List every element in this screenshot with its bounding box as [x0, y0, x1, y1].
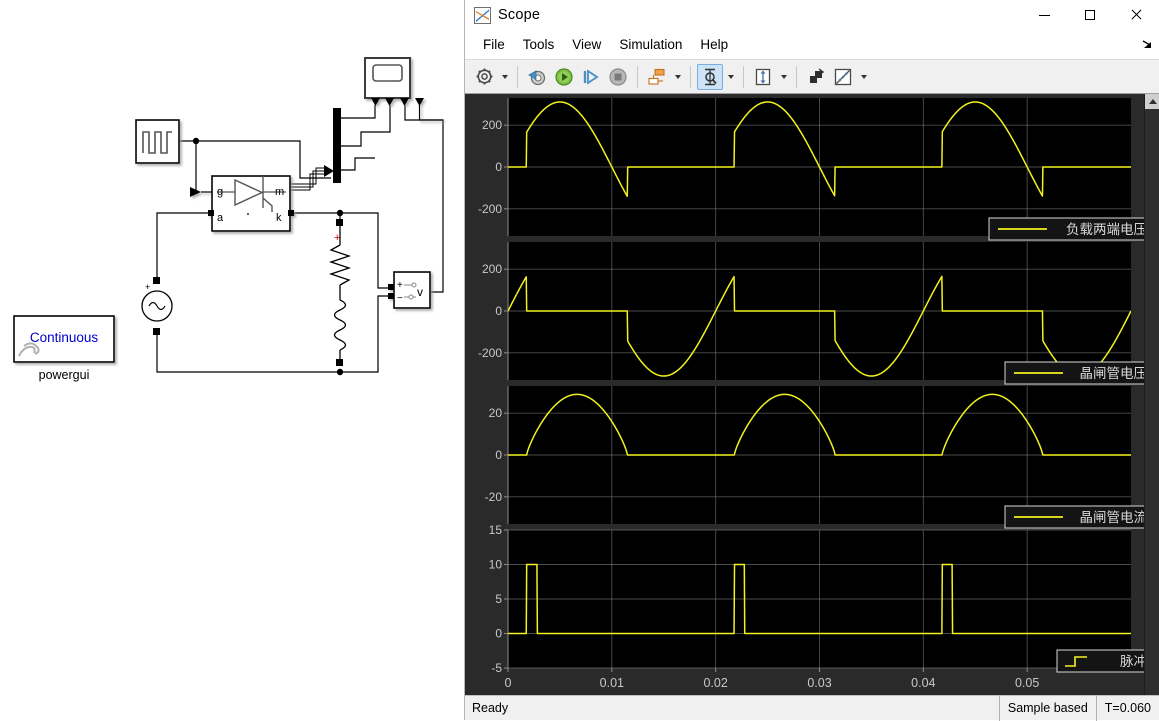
scope-status-bar: Ready Sample based T=0.060	[465, 695, 1159, 720]
svg-text:200: 200	[482, 262, 502, 276]
menu-tools[interactable]: Tools	[514, 34, 564, 55]
thyristor-port-k: k	[276, 212, 282, 224]
vmeas-plus: +	[397, 280, 403, 291]
status-simulation-time: T=0.060	[1096, 696, 1159, 721]
cursor-measurements-dropdown[interactable]	[724, 64, 737, 90]
configuration-properties-icon[interactable]	[471, 64, 497, 90]
vmeas-label-v: v	[417, 285, 423, 299]
scope-title-bar[interactable]: Scope	[465, 0, 1159, 30]
thyristor-port-g: g	[217, 186, 223, 198]
svg-text:200: 200	[482, 118, 502, 132]
layout-dropdown[interactable]	[671, 64, 684, 90]
expand-arrow-icon[interactable]	[1141, 39, 1153, 51]
block-mux	[333, 108, 341, 183]
scope-menu-bar: File Tools View Simulation Help	[465, 30, 1159, 59]
scrollbar-up-button[interactable]	[1145, 94, 1159, 109]
svg-text:-200: -200	[478, 346, 502, 360]
menu-view[interactable]: View	[563, 34, 610, 55]
svg-text:0.04: 0.04	[911, 676, 935, 690]
svg-text:-200: -200	[478, 202, 502, 216]
menu-help[interactable]: Help	[691, 34, 737, 55]
scope-toolbar	[465, 59, 1159, 94]
block-powergui	[14, 316, 114, 362]
status-sample-mode: Sample based	[999, 696, 1096, 721]
thyristor-port-m: m	[275, 186, 284, 198]
block-voltage-measurement: + − v	[388, 272, 430, 308]
toolbar-separator	[637, 66, 638, 88]
scope-axes-stack: -2000200负载两端电压-2000200晶闸管电压-20020晶闸管电流-5…	[465, 94, 1144, 695]
window-title: Scope	[498, 7, 540, 23]
stop-icon[interactable]	[605, 64, 631, 90]
annotations-dropdown[interactable]	[857, 64, 870, 90]
svg-text:0: 0	[495, 304, 502, 318]
configuration-properties-dropdown[interactable]	[498, 64, 511, 90]
block-ac-voltage-source: +	[142, 277, 172, 335]
svg-text:0.02: 0.02	[703, 676, 727, 690]
run-icon[interactable]	[551, 64, 577, 90]
svg-text:0: 0	[495, 448, 502, 462]
block-series-rlc-branch: +	[331, 219, 349, 366]
minimize-button[interactable]	[1021, 0, 1067, 30]
svg-text:0.03: 0.03	[807, 676, 831, 690]
svg-text:0: 0	[495, 627, 502, 641]
svg-text:0.05: 0.05	[1015, 676, 1039, 690]
svg-text:15: 15	[489, 523, 503, 537]
plot-vertical-scrollbar[interactable]	[1144, 94, 1159, 695]
powergui-caption: powergui	[39, 368, 90, 382]
scale-axes-limits-dropdown[interactable]	[777, 64, 790, 90]
menu-simulation[interactable]: Simulation	[610, 34, 691, 55]
toolbar-separator	[517, 66, 518, 88]
svg-text:10: 10	[489, 558, 503, 572]
toolbar-separator	[690, 66, 691, 88]
svg-text:晶闸管电压: 晶闸管电压	[1080, 366, 1146, 381]
thyristor-port-a: a	[217, 212, 224, 224]
cursor-measurements-icon[interactable]	[697, 64, 723, 90]
svg-text:-5: -5	[491, 661, 502, 675]
status-ready-text: Ready	[465, 701, 999, 715]
svg-text:-20: -20	[485, 490, 503, 504]
block-pulse-generator	[136, 120, 179, 163]
svg-text:晶闸管电流: 晶闸管电流	[1080, 510, 1146, 525]
run-back-to-start-icon[interactable]	[524, 64, 550, 90]
menu-file[interactable]: File	[474, 34, 514, 55]
block-scope	[365, 58, 443, 120]
vmeas-minus: −	[397, 293, 403, 304]
toolbar-separator	[796, 66, 797, 88]
scope-plot-area[interactable]: -2000200负载两端电压-2000200晶闸管电压-20020晶闸管电流-5…	[465, 94, 1159, 695]
ac-source-plus: +	[145, 282, 150, 292]
svg-text:0: 0	[495, 160, 502, 174]
simulink-model-canvas[interactable]: g m a k + +	[0, 0, 464, 720]
maximize-button[interactable]	[1067, 0, 1113, 30]
mux-input-arrow	[324, 165, 334, 177]
style-icon[interactable]	[803, 64, 829, 90]
window-controls	[1021, 0, 1159, 30]
svg-text:0: 0	[505, 676, 512, 690]
svg-text:0.01: 0.01	[600, 676, 624, 690]
layout-icon[interactable]	[644, 64, 670, 90]
svg-text:5: 5	[495, 592, 502, 606]
matlab-scope-icon	[474, 7, 491, 24]
scale-axes-limits-icon[interactable]	[750, 64, 776, 90]
scope-window: Scope File Tools View Simulation Help	[464, 0, 1159, 720]
close-button[interactable]	[1113, 0, 1159, 30]
svg-text:脉冲: 脉冲	[1120, 654, 1145, 669]
step-forward-icon[interactable]	[578, 64, 604, 90]
svg-text:20: 20	[489, 406, 503, 420]
annotations-icon[interactable]	[830, 64, 856, 90]
svg-text:负载两端电压: 负载两端电压	[1066, 222, 1145, 237]
simulink-diagram: g m a k + +	[0, 0, 464, 720]
scope-axes: -2000200负载两端电压-2000200晶闸管电压-20020晶闸管电流-5…	[465, 94, 1145, 695]
toolbar-separator	[743, 66, 744, 88]
